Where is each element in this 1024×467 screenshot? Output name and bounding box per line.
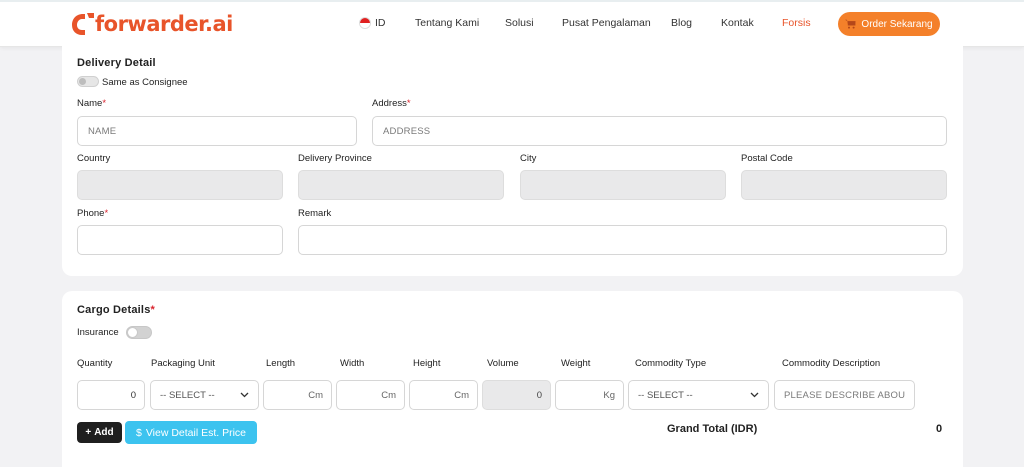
cart-icon	[845, 19, 857, 29]
packaging-unit-value: -- SELECT --	[160, 389, 215, 401]
postal-code-field[interactable]	[741, 170, 947, 200]
same-as-consignee-toggle[interactable]	[77, 76, 99, 87]
top-navbar: forwarder.ai ID Tentang Kami Solusi Pusa…	[0, 0, 1024, 47]
delivery-province-label: Delivery Province	[298, 153, 372, 164]
nav-item-tentang-kami[interactable]: Tentang Kami	[415, 17, 479, 29]
column-commodity-description: Commodity Description	[782, 358, 881, 369]
quantity-input[interactable]: 0	[77, 380, 145, 410]
remark-label: Remark	[298, 208, 332, 219]
country-field[interactable]	[77, 170, 283, 200]
name-label: Name*	[77, 98, 107, 109]
commodity-description-input[interactable]	[774, 380, 915, 410]
nav-item-kontak[interactable]: Kontak	[721, 17, 754, 29]
column-quantity: Quantity	[77, 358, 113, 369]
packaging-unit-select[interactable]: -- SELECT --	[150, 380, 259, 410]
view-detail-price-label: View Detail Est. Price	[145, 426, 247, 439]
add-cargo-label: Add	[94, 427, 114, 438]
column-weight: Weight	[561, 358, 591, 369]
nav-item-solusi[interactable]: Solusi	[505, 17, 534, 29]
order-now-label: Order Sekarang	[861, 18, 933, 30]
chevron-down-icon	[750, 392, 759, 398]
postal-code-label: Postal Code	[741, 153, 793, 164]
address-input[interactable]	[372, 116, 947, 146]
name-input[interactable]	[77, 116, 357, 146]
column-length: Length	[266, 358, 296, 369]
same-as-consignee-label: Same as Consignee	[102, 77, 188, 88]
nav-item-blog[interactable]: Blog	[671, 17, 692, 29]
delivery-detail-title: Delivery Detail	[77, 57, 156, 69]
dollar-icon: $	[135, 426, 142, 439]
add-cargo-button[interactable]: + Add	[77, 422, 122, 443]
country-label: Country	[77, 153, 111, 164]
chevron-down-icon	[240, 392, 249, 398]
column-commodity-type: Commodity Type	[635, 358, 707, 369]
order-now-button[interactable]: Order Sekarang	[838, 12, 940, 36]
insurance-label: Insurance	[77, 327, 119, 338]
phone-label: Phone*	[77, 208, 109, 219]
volume-field: 0	[482, 380, 551, 410]
commodity-type-select[interactable]: -- SELECT --	[628, 380, 769, 410]
column-height: Height	[413, 358, 441, 369]
nav-item-forsis[interactable]: Forsis	[782, 17, 811, 29]
plus-icon: +	[85, 427, 92, 438]
delivery-province-field[interactable]	[298, 170, 504, 200]
nav-top-border	[0, 0, 1024, 2]
brand-logo[interactable]: forwarder.ai	[70, 10, 233, 38]
city-field[interactable]	[520, 170, 726, 200]
commodity-type-value: -- SELECT --	[638, 389, 693, 401]
grand-total-value: 0	[936, 423, 943, 435]
brand-logo-icon	[72, 13, 94, 35]
cargo-details-title: Cargo Details*	[77, 304, 155, 316]
width-input[interactable]: Cm	[336, 380, 405, 410]
weight-input[interactable]: Kg	[555, 380, 624, 410]
grand-total-label: Grand Total (IDR)	[667, 423, 758, 435]
length-input[interactable]: Cm	[263, 380, 332, 410]
brand-name: forwarder.ai	[95, 12, 233, 36]
indonesia-flag-icon[interactable]	[359, 17, 371, 29]
column-packaging-unit: Packaging Unit	[151, 358, 215, 369]
height-input[interactable]: Cm	[409, 380, 478, 410]
nav-item-pusat-pengalaman[interactable]: Pusat Pengalaman	[562, 17, 651, 29]
remark-input[interactable]	[298, 225, 947, 255]
column-width: Width	[340, 358, 365, 369]
address-label: Address*	[372, 98, 411, 109]
column-volume: Volume	[487, 358, 519, 369]
phone-input[interactable]	[77, 225, 283, 255]
view-detail-price-button[interactable]: $ View Detail Est. Price	[125, 421, 257, 444]
language-selector[interactable]: ID	[375, 17, 386, 29]
insurance-toggle[interactable]	[126, 326, 152, 339]
city-label: City	[520, 153, 537, 164]
